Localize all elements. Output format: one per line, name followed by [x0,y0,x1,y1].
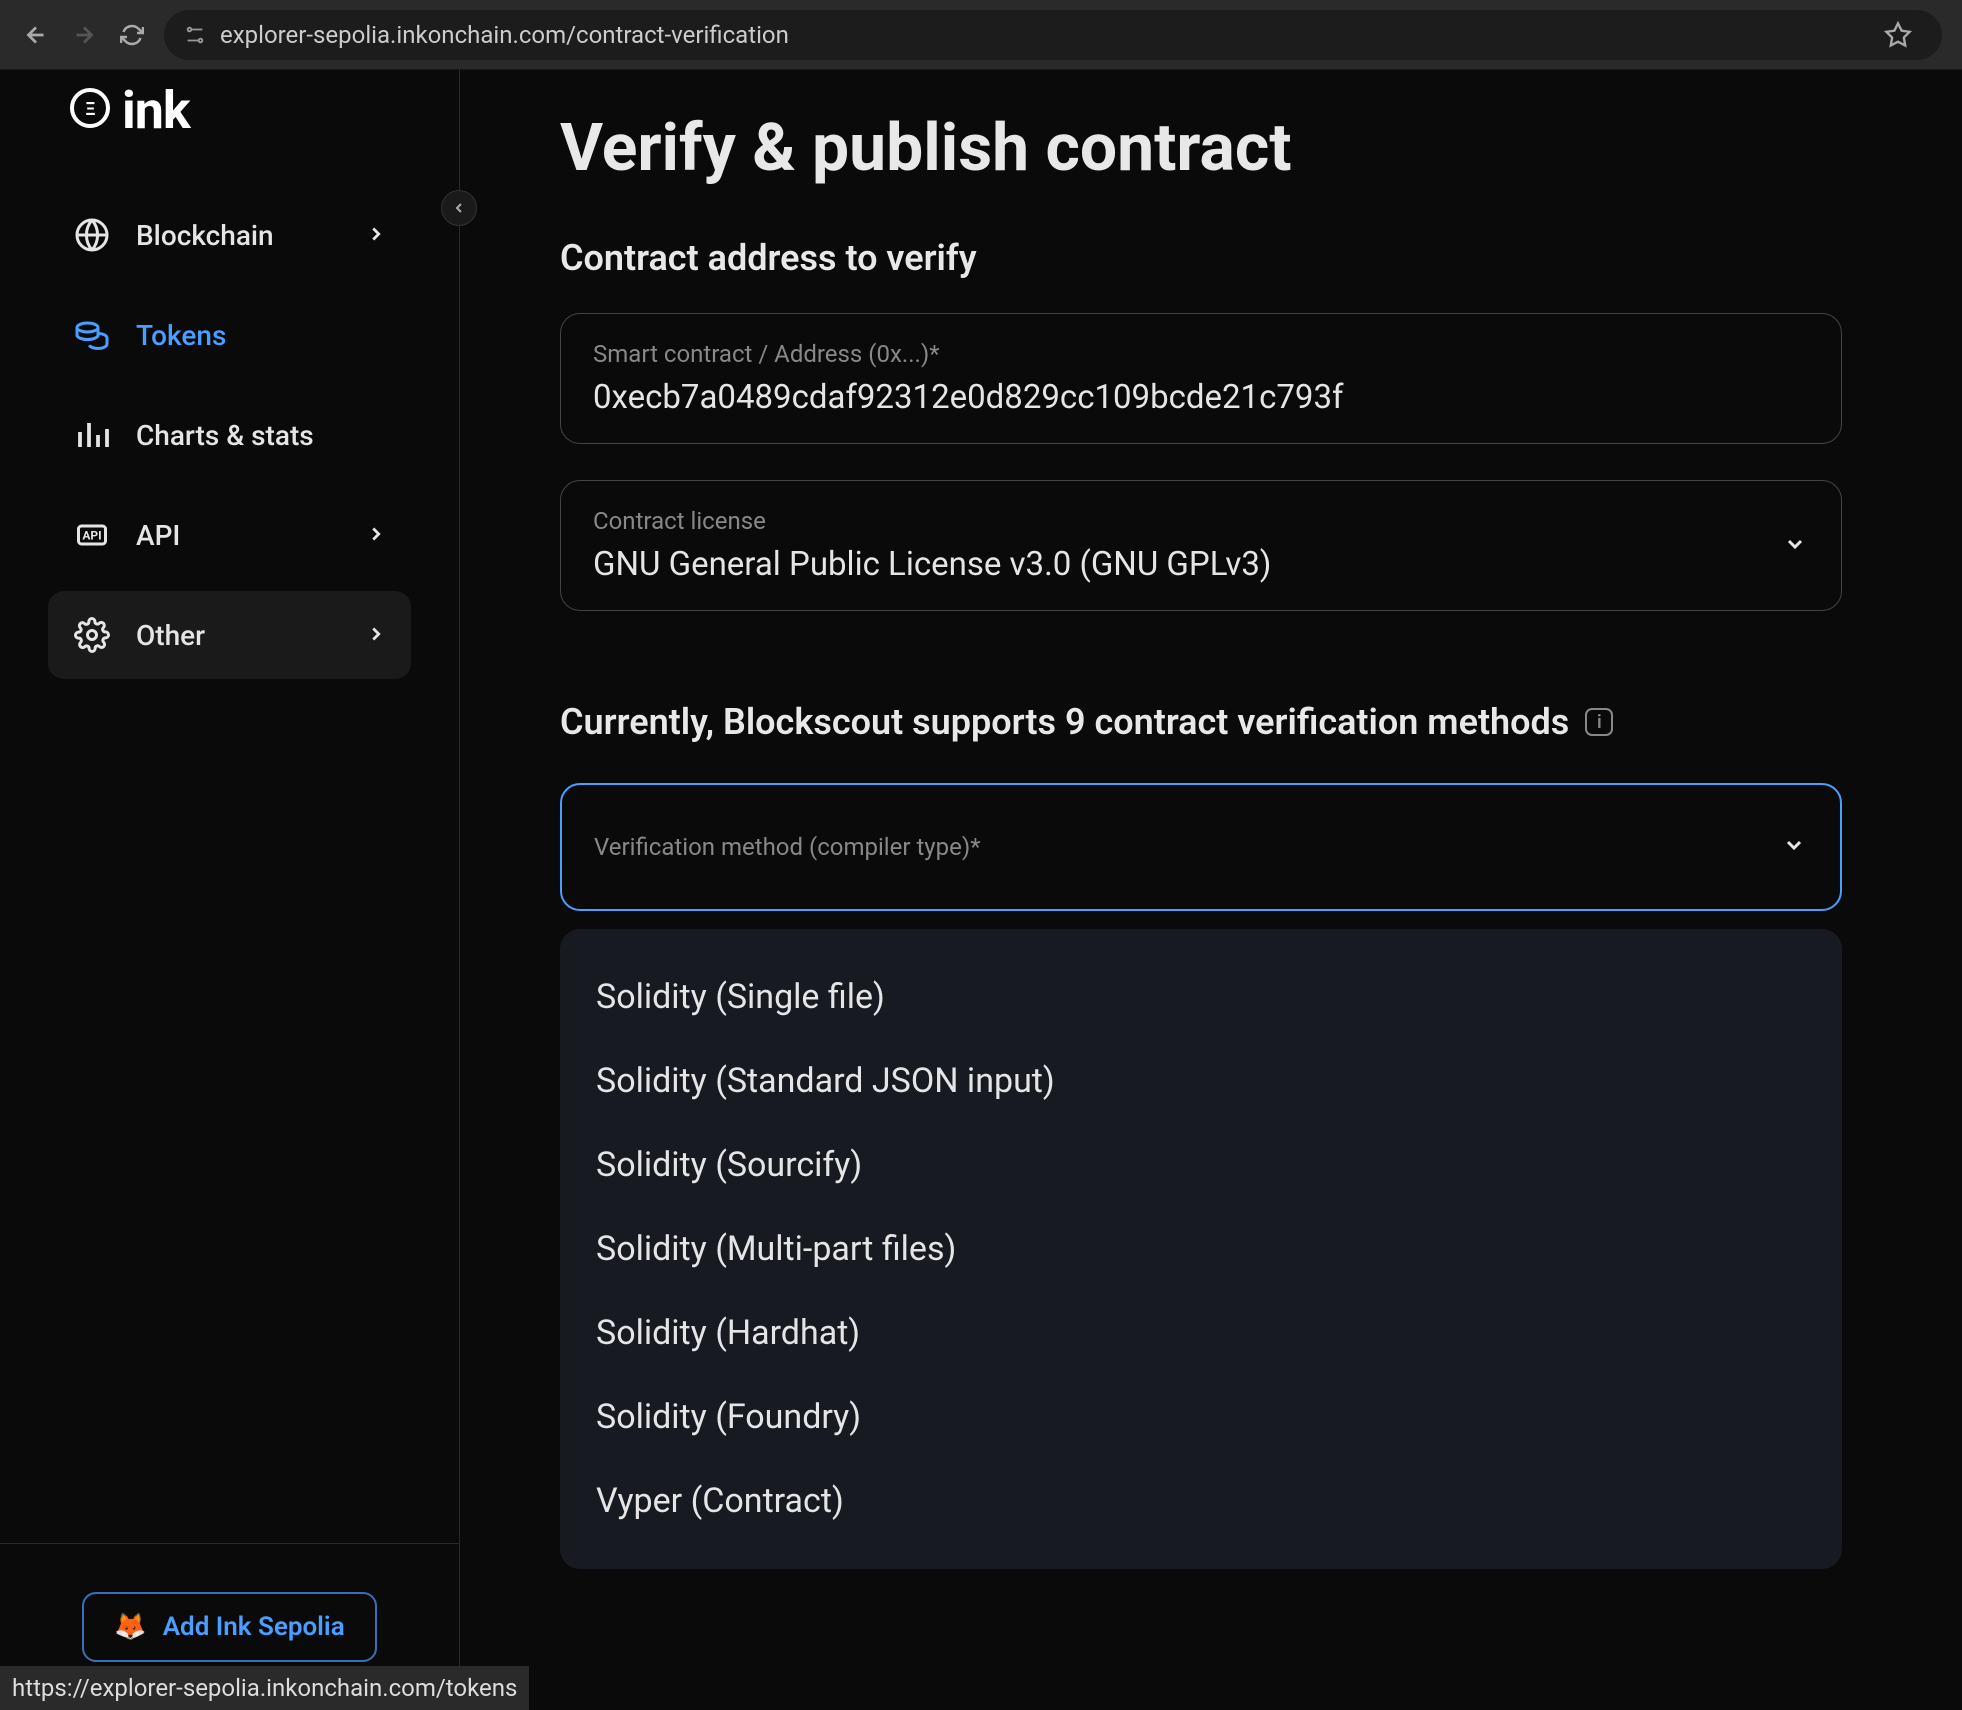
browser-toolbar: explorer-sepolia.inkonchain.com/contract… [0,0,1962,70]
sidebar-item-api[interactable]: API API [48,491,411,579]
info-icon[interactable]: i [1585,708,1613,736]
add-network-button[interactable]: 🦊 Add Ink Sepolia [82,1592,376,1662]
logo-icon: Ξ [70,80,110,141]
sidebar-item-other[interactable]: Other [48,591,411,679]
page-title: Verify & publish contract [560,110,1842,187]
browser-status-bar: https://explorer-sepolia.inkonchain.com/… [0,1666,529,1710]
sidebar-item-blockchain[interactable]: Blockchain [48,191,411,279]
method-option[interactable]: Solidity (Foundry) [560,1375,1842,1459]
globe-icon [72,215,112,255]
chart-icon [72,415,112,455]
main-content: Verify & publish contract Contract addre… [460,70,1962,1710]
method-option[interactable]: Solidity (Sourcify) [560,1123,1842,1207]
sidebar-item-label: Blockchain [136,219,274,252]
chevron-down-icon [1783,532,1807,560]
sidebar: Ξ ink Blockchain Tokens [0,70,460,1710]
chevron-right-icon [365,219,387,252]
browser-url-text: explorer-sepolia.inkonchain.com/contract… [220,21,789,49]
methods-section-title: Currently, Blockscout supports 9 contrac… [560,701,1842,743]
svg-text:API: API [82,529,101,543]
sidebar-item-label: Other [136,619,205,652]
method-field-label: Verification method (compiler type)* [594,833,1808,861]
sidebar-item-label: Tokens [136,319,226,352]
metamask-fox-icon: 🦊 [114,1612,146,1642]
chevron-right-icon [365,519,387,552]
method-option[interactable]: Solidity (Hardhat) [560,1291,1842,1375]
chevron-down-icon [1782,833,1806,861]
brand-logo[interactable]: Ξ ink [0,80,459,171]
add-network-label: Add Ink Sepolia [163,1612,345,1642]
sidebar-item-label: Charts & stats [136,419,314,452]
section-address-title: Contract address to verify [560,237,1842,279]
contract-address-field[interactable]: Smart contract / Address (0x...)* 0xecb7… [560,313,1842,444]
address-field-label: Smart contract / Address (0x...)* [593,340,1809,368]
license-field-label: Contract license [593,507,1809,535]
coins-icon [72,315,112,355]
browser-back-button[interactable] [20,19,52,51]
contract-license-field[interactable]: Contract license GNU General Public Lice… [560,480,1842,611]
browser-url-bar[interactable]: explorer-sepolia.inkonchain.com/contract… [164,10,1942,60]
brand-name: ink [122,80,190,141]
verification-method-dropdown: Solidity (Single file) Solidity (Standar… [560,929,1842,1569]
site-settings-icon[interactable] [184,24,206,46]
svg-text:Ξ: Ξ [85,99,95,120]
sidebar-nav: Blockchain Tokens Charts & stats [0,171,459,691]
method-option[interactable]: Solidity (Standard JSON input) [560,1039,1842,1123]
method-option[interactable]: Solidity (Multi-part files) [560,1207,1842,1291]
gear-icon [72,615,112,655]
sidebar-item-label: API [136,519,180,552]
sidebar-item-charts[interactable]: Charts & stats [48,391,411,479]
method-option[interactable]: Solidity (Single file) [560,955,1842,1039]
address-field-value: 0xecb7a0489cdaf92312e0d829cc109bcde21c79… [593,378,1809,417]
app-container: Ξ ink Blockchain Tokens [0,70,1962,1710]
api-icon: API [72,515,112,555]
browser-forward-button[interactable] [68,19,100,51]
browser-reload-button[interactable] [116,19,148,51]
verification-method-field[interactable]: Verification method (compiler type)* [560,783,1842,911]
bookmark-star-icon[interactable] [1884,21,1912,49]
method-option[interactable]: Vyper (Contract) [560,1459,1842,1543]
chevron-right-icon [365,619,387,652]
license-field-value: GNU General Public License v3.0 (GNU GPL… [593,545,1809,584]
sidebar-item-tokens[interactable]: Tokens [48,291,411,379]
methods-title-text: Currently, Blockscout supports 9 contrac… [560,701,1569,743]
